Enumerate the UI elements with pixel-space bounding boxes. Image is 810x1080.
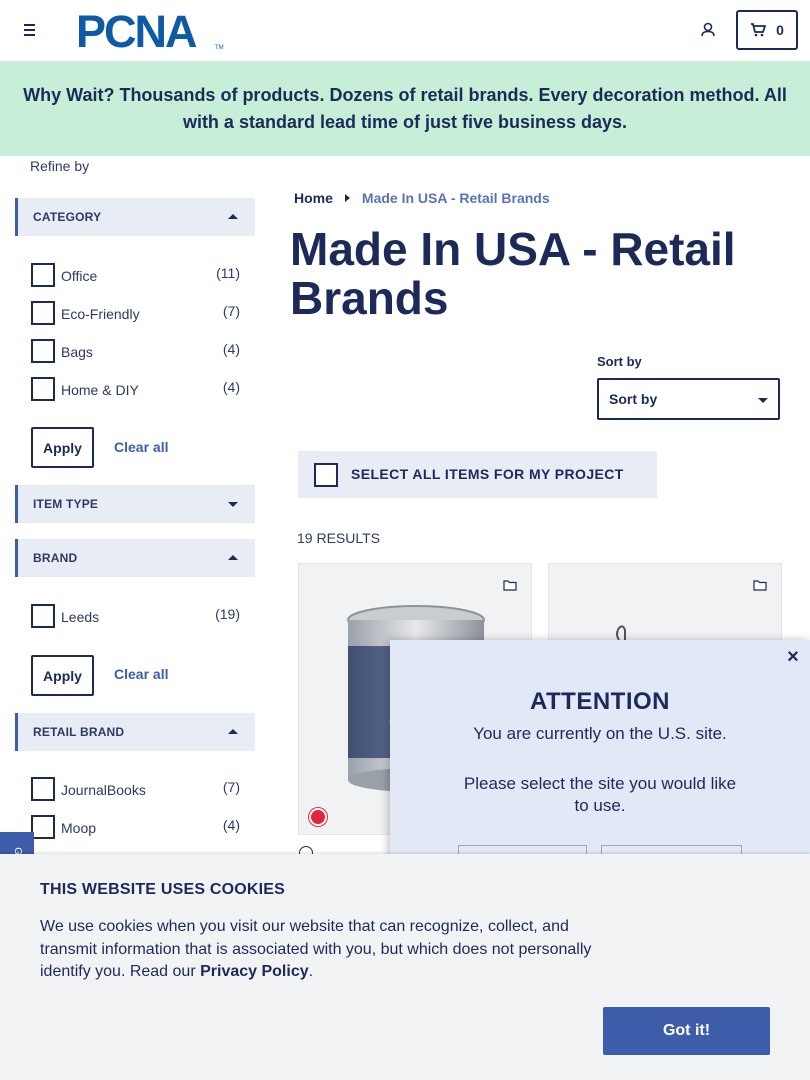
add-to-project-icon[interactable]	[503, 578, 517, 592]
caret-up-icon	[228, 214, 238, 219]
checkbox[interactable]	[31, 777, 55, 801]
brand-apply-button[interactable]: Apply	[31, 655, 94, 696]
site-header: PCNA TM 0	[0, 0, 810, 61]
svg-text:PCNA: PCNA	[76, 10, 197, 50]
svg-text:TM: TM	[215, 45, 224, 50]
sort-select-value: Sort by	[609, 391, 658, 407]
modal-message: Please select the site you would like to…	[463, 774, 737, 815]
checkbox[interactable]	[31, 263, 55, 287]
filter-option-leeds[interactable]: Leeds (19)	[31, 604, 245, 630]
filter-option-count: (4)	[222, 379, 240, 395]
filter-option-count: (11)	[216, 265, 240, 281]
filter-option-journalbooks[interactable]: JournalBooks (7)	[31, 777, 245, 803]
filter-option-count: (7)	[222, 779, 240, 795]
filter-option-label: JournalBooks	[61, 782, 146, 798]
category-apply-button[interactable]: Apply	[31, 427, 94, 468]
filter-option-label: Leeds	[61, 609, 100, 625]
promo-banner: Why Wait? Thousands of products. Dozens …	[0, 61, 810, 156]
checkbox[interactable]	[31, 301, 55, 325]
checkbox[interactable]	[31, 377, 55, 401]
modal-title: ATTENTION	[529, 688, 671, 715]
checkbox[interactable]	[31, 815, 55, 839]
filter-option-count: (4)	[222, 341, 240, 357]
select-all-checkbox[interactable]	[314, 463, 338, 487]
chevron-down-icon	[758, 398, 768, 403]
breadcrumb-home-link[interactable]: Home	[294, 190, 333, 206]
breadcrumb-current: Made In USA - Retail Brands	[361, 190, 550, 206]
facet-header-category[interactable]: CATEGORY	[15, 198, 255, 236]
modal-subtitle: You are currently on the U.S. site.	[473, 724, 727, 743]
cookie-accept-button[interactable]: Got it!	[603, 1007, 770, 1055]
cookie-banner: THIS WEBSITE USES COOKIES We use cookies…	[0, 854, 810, 1080]
cookie-body-end: .	[308, 963, 314, 980]
filter-option-label: Moop	[61, 820, 97, 836]
filter-option-label: Bags	[61, 344, 93, 360]
results-count: 19 RESULTS	[297, 530, 380, 546]
filter-option-home-diy[interactable]: Home & DIY (4)	[31, 377, 245, 403]
facet-header-item-type[interactable]: ITEM TYPE	[15, 485, 255, 523]
cookie-body: We use cookies when you visit our websit…	[40, 918, 592, 980]
filter-option-count: (7)	[222, 303, 240, 319]
filter-option-count: (4)	[222, 817, 240, 833]
cookie-text: We use cookies when you visit our websit…	[40, 916, 610, 984]
brand-clear-all-link[interactable]: Clear all	[114, 666, 168, 682]
filter-option-moop[interactable]: Moop (4)	[31, 815, 245, 841]
facet-title: BRAND	[33, 551, 78, 565]
site-select-modal: × ATTENTION You are currently on the U.S…	[390, 640, 810, 880]
sort-select[interactable]: Sort by	[597, 378, 780, 420]
cart-button[interactable]: 0	[736, 10, 798, 50]
filter-option-eco-friendly[interactable]: Eco-Friendly (7)	[31, 301, 245, 327]
caret-up-icon	[228, 729, 238, 734]
caret-up-icon	[228, 555, 238, 560]
select-all-items[interactable]: SELECT ALL ITEMS FOR MY PROJECT	[298, 451, 657, 498]
page: PCNA TM 0 Why Wait? Thousands of product…	[0, 0, 810, 1080]
filter-option-bags[interactable]: Bags (4)	[31, 339, 245, 365]
refine-by-label: Refine by	[30, 158, 90, 174]
account-icon[interactable]	[698, 20, 718, 40]
checkbox[interactable]	[31, 339, 55, 363]
close-icon[interactable]: ×	[784, 647, 802, 667]
page-title: Made In USA - Retail Brands	[290, 223, 736, 324]
cart-count: 0	[776, 22, 784, 38]
checkbox[interactable]	[31, 604, 55, 628]
color-swatch-red[interactable]	[309, 808, 327, 826]
filter-option-office[interactable]: Office (11)	[31, 263, 245, 289]
breadcrumb-arrow-icon	[344, 194, 350, 202]
facet-title: RETAIL BRAND	[33, 725, 125, 739]
caret-down-icon	[228, 502, 238, 507]
facet-title: CATEGORY	[33, 210, 102, 224]
promo-banner-text: Why Wait? Thousands of products. Dozens …	[23, 84, 787, 132]
select-all-label: SELECT ALL ITEMS FOR MY PROJECT	[351, 466, 624, 482]
facet-title: ITEM TYPE	[33, 497, 99, 511]
pcna-logo[interactable]: PCNA TM	[76, 10, 224, 50]
filter-option-count: (19)	[215, 606, 240, 622]
add-to-project-icon[interactable]	[753, 578, 767, 592]
facet-header-retail-brand[interactable]: RETAIL BRAND	[15, 713, 255, 751]
breadcrumb: Home Made In USA - Retail Brands	[294, 190, 550, 206]
filter-option-label: Home & DIY	[61, 382, 139, 398]
facet-header-brand[interactable]: BRAND	[15, 539, 255, 577]
filter-option-label: Eco-Friendly	[61, 306, 140, 322]
cart-icon	[751, 23, 766, 37]
hamburger-menu-icon[interactable]	[18, 20, 40, 40]
cookie-title: THIS WEBSITE USES COOKIES	[40, 881, 286, 898]
privacy-policy-link[interactable]: Privacy Policy	[200, 963, 309, 980]
category-clear-all-link[interactable]: Clear all	[114, 439, 168, 455]
sort-label: Sort by	[597, 354, 642, 369]
filter-option-label: Office	[61, 268, 98, 284]
